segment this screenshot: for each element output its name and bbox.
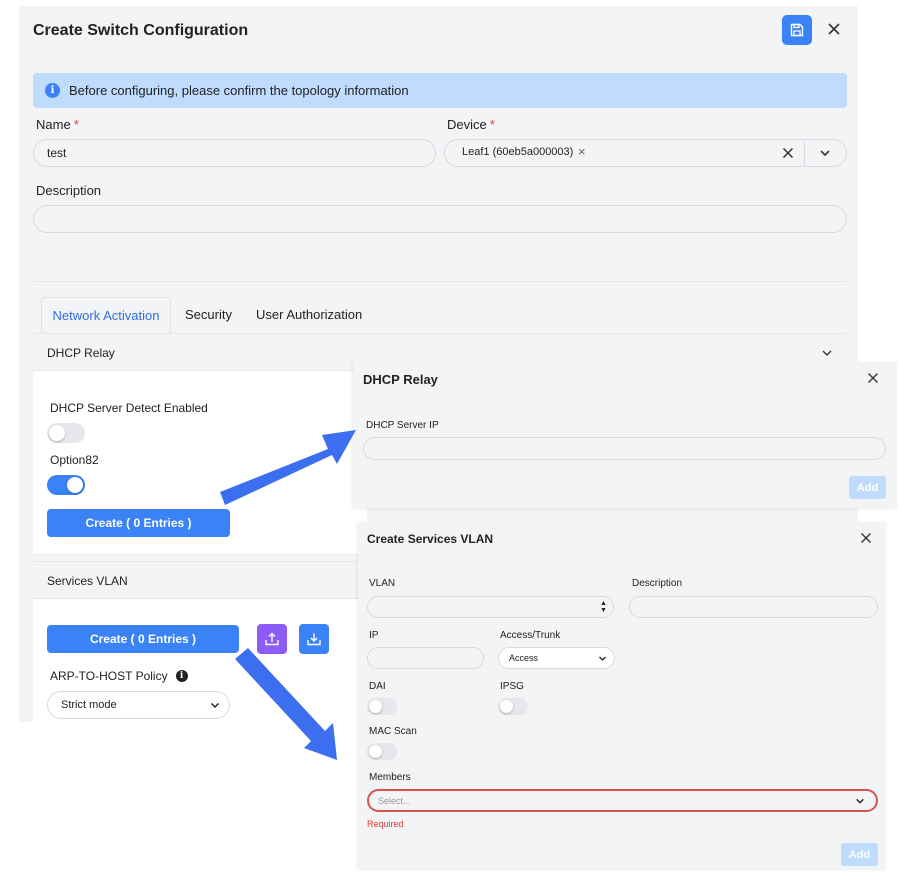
arp-label-text: ARP-TO-HOST Policy [50,669,168,683]
dhcp-server-detect-label: DHCP Server Detect Enabled [50,401,208,415]
config-tabs: Network Activation Security User Authori… [33,282,847,333]
ip-label: IP [369,630,379,641]
members-label: Members [369,772,411,783]
members-placeholder: Select... [378,795,411,806]
dhcp-relay-dialog-title: DHCP Relay [363,372,438,387]
option82-label: Option82 [50,453,99,467]
device-label: Device * [447,117,495,132]
dhcp-relay-dialog: DHCP Relay DHCP Server IP Add [353,362,897,508]
close-dialog-button[interactable] [821,16,847,42]
dhcp-server-ip-input[interactable] [363,437,886,460]
close-icon [828,23,840,35]
info-icon: i [45,83,60,98]
tab-security[interactable]: Security [185,307,232,322]
close-icon[interactable] [865,370,881,386]
members-select[interactable]: Select... [367,789,878,812]
access-trunk-label: Access/Trunk [500,630,561,641]
close-icon[interactable] [858,530,874,546]
chevron-down-icon [856,798,864,804]
tab-network-activation[interactable]: Network Activation [41,297,171,333]
chevron-down-icon [210,702,220,709]
device-tag: Leaf1 (60eb5a000003) [462,146,574,158]
device-select-divider [804,140,805,166]
arp-to-host-policy-label: ARP-TO-HOST Policy i [50,669,188,683]
chevron-down-icon [599,656,606,661]
vlan-description-input[interactable] [629,596,878,618]
arp-to-host-policy-select[interactable]: Strict mode [47,691,230,719]
services-vlan-section-header[interactable]: Services VLAN [33,561,367,599]
device-select[interactable]: Leaf1 (60eb5a000003) × [444,139,847,167]
save-icon [790,23,804,37]
upload-icon [265,632,279,646]
toggle-knob [369,700,382,713]
clear-device-icon[interactable] [780,145,796,161]
description-input[interactable] [33,205,847,233]
export-button[interactable] [299,624,329,654]
name-input[interactable]: test [33,139,436,167]
description-label: Description [36,183,102,198]
services-vlan-section-body: Create ( 0 Entries ) ARP-TO-HOST Policy … [33,599,367,722]
access-trunk-select[interactable]: Access [498,647,615,669]
info-icon[interactable]: i [175,670,188,682]
dhcp-relay-title: DHCP Relay [47,346,115,360]
dhcp-relay-create-button[interactable]: Create ( 0 Entries ) [47,509,230,537]
ip-input[interactable] [367,647,484,669]
tab-user-authorization[interactable]: User Authorization [256,307,362,322]
arp-selected-value: Strict mode [61,699,117,711]
info-text: Before configuring, please confirm the t… [69,83,409,98]
services-vlan-dialog-title: Create Services VLAN [367,532,494,546]
vlan-description-label: Description [632,578,683,589]
dhcp-relay-section-body: DHCP Server Detect Enabled Option82 Crea… [33,371,367,553]
toggle-knob [49,425,65,441]
spinner-arrows-icon[interactable]: ▲ ▼ [600,600,607,614]
chevron-down-icon[interactable] [820,346,834,360]
toggle-knob [500,700,513,713]
remove-device-tag-icon[interactable]: × [578,144,586,159]
mac-scan-toggle[interactable] [367,743,397,760]
name-label: Name * [36,117,79,132]
chevron-down-icon[interactable] [818,146,832,160]
dhcp-server-detect-toggle[interactable] [47,423,85,443]
mac-scan-label: MAC Scan [369,726,417,737]
option82-toggle[interactable] [47,475,85,495]
toggle-knob [67,477,83,493]
toggle-knob [369,745,382,758]
dai-toggle[interactable] [367,698,397,715]
ipsg-toggle[interactable] [498,698,528,715]
vlan-label: VLAN [369,578,396,589]
members-required-error: Required [367,819,404,829]
topology-info-banner: i Before configuring, please confirm the… [33,73,847,108]
ipsg-label: IPSG [500,681,524,692]
dialog-title: Create Switch Configuration [33,22,249,39]
services-vlan-create-button[interactable]: Create ( 0 Entries ) [47,625,239,653]
import-button[interactable] [257,624,287,654]
dai-label: DAI [369,681,386,692]
access-trunk-value: Access [509,653,539,663]
download-icon [307,633,321,646]
add-button[interactable]: Add [841,843,878,866]
save-button[interactable] [782,15,812,45]
add-button[interactable]: Add [849,476,886,499]
create-services-vlan-dialog: Create Services VLAN VLAN ▲ ▼ Description… [358,522,886,869]
dhcp-server-ip-label: DHCP Server IP [366,420,439,431]
vlan-number-input[interactable]: ▲ ▼ [367,596,614,618]
services-vlan-title: Services VLAN [47,574,128,588]
section-spacer [33,240,847,282]
